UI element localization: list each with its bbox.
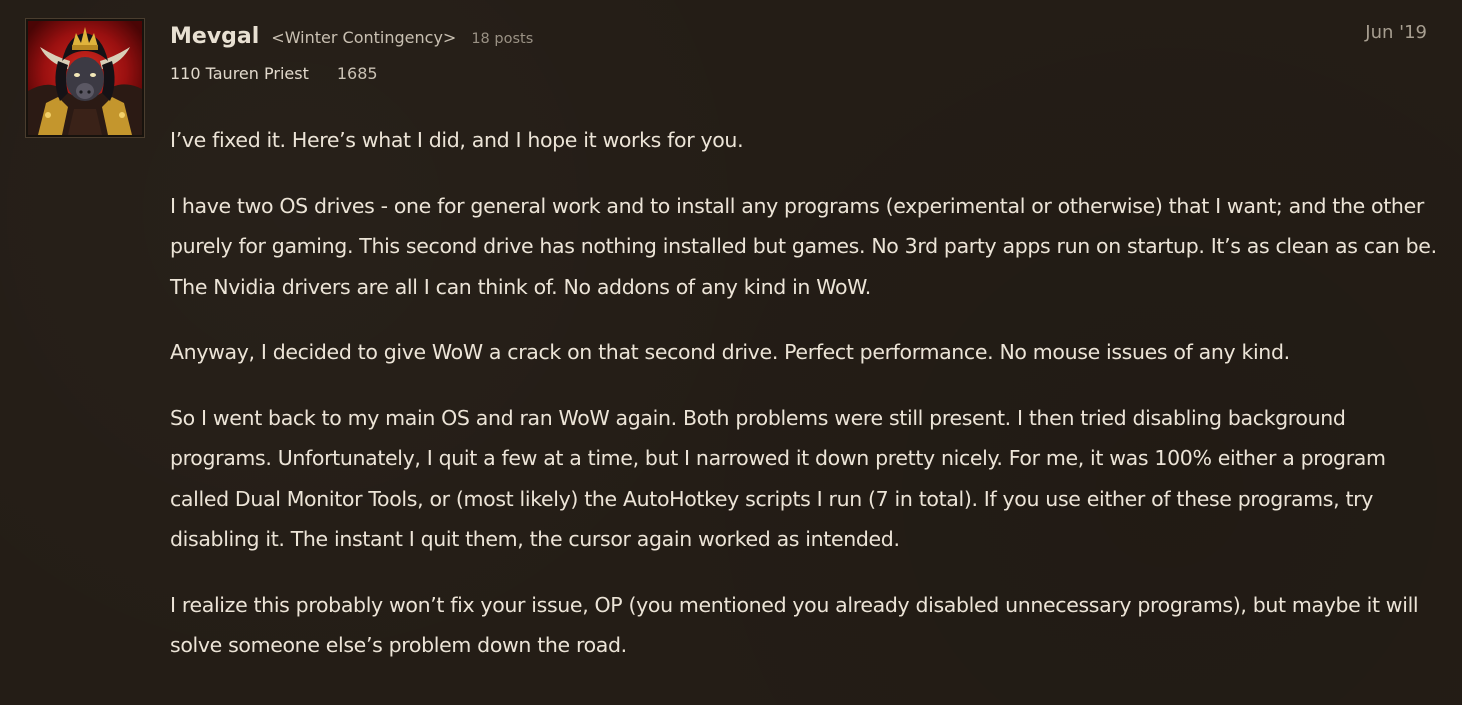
post-paragraph: I realize this probably won’t fix your i… xyxy=(170,592,1419,658)
character-info: 110 Tauren Priest xyxy=(170,64,309,83)
post-paragraph: I have two OS drives - one for general w… xyxy=(170,193,1437,299)
tauren-priest-avatar-icon xyxy=(28,21,142,135)
post-body: I’ve fixed it. Here’s what I did, and I … xyxy=(170,120,1440,691)
post-paragraph: Anyway, I decided to give WoW a crack on… xyxy=(170,340,1290,364)
author-line: Mevgal <Winter Contingency> 18 posts xyxy=(170,24,533,56)
post-date[interactable]: Jun '19 xyxy=(1365,22,1427,43)
post-count: 18 posts xyxy=(471,31,534,47)
post-paragraph: I’ve fixed it. Here’s what I did, and I … xyxy=(170,128,744,152)
achievement-points: 1685 xyxy=(336,64,378,83)
forum-post: Mevgal <Winter Contingency> 18 posts 110… xyxy=(0,0,1462,705)
author-name[interactable]: Mevgal xyxy=(170,24,259,49)
guild-name: <Winter Contingency> xyxy=(271,28,457,47)
avatar[interactable] xyxy=(26,19,144,137)
character-line: 110 Tauren Priest 1685 xyxy=(170,64,378,83)
post-paragraph: So I went back to my main OS and ran WoW… xyxy=(170,405,1386,552)
